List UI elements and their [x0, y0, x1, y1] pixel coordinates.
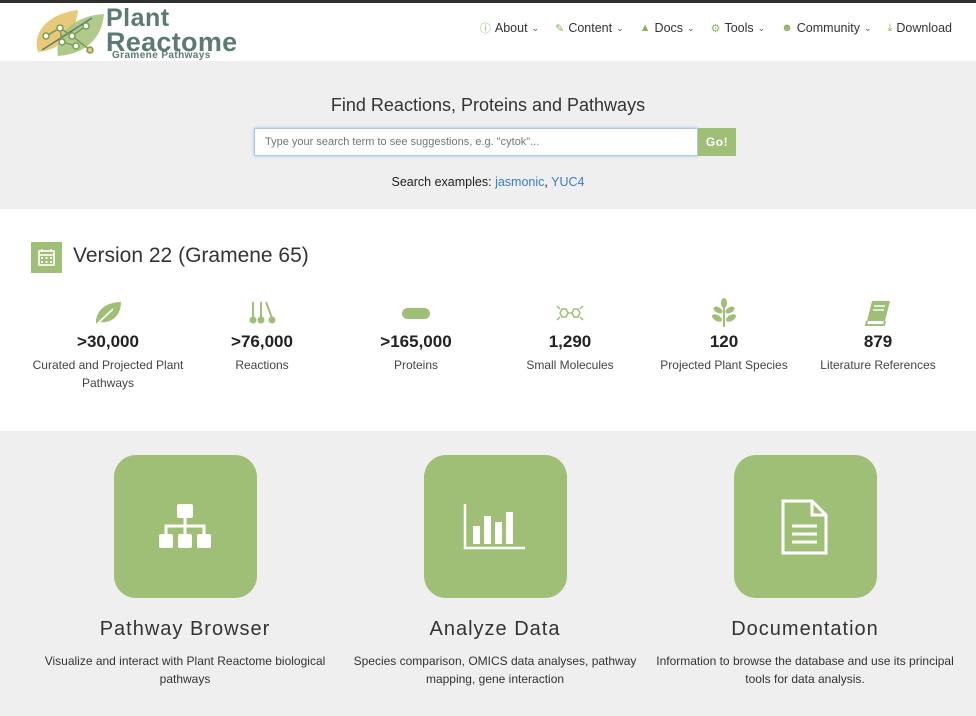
stat-species: 120 Projected Plant Species: [647, 298, 801, 392]
nav-content-label: Content: [568, 21, 613, 35]
stat-label: Proteins: [393, 358, 439, 372]
reaction-icon: [185, 299, 339, 327]
stat-value: >30,000: [77, 332, 139, 351]
tile-title: Documentation: [731, 618, 879, 640]
nav-download[interactable]: ⤓ Download: [888, 20, 952, 36]
stat-value: 120: [709, 332, 739, 351]
documentation-button[interactable]: [733, 455, 877, 598]
stat-label: Curated and Projected Plant Pathways: [32, 358, 184, 390]
search-box: Go!: [254, 128, 736, 156]
stat-value: 1,290: [548, 332, 592, 351]
stat-value: >76,000: [231, 332, 293, 351]
stat-label: Reactions: [235, 358, 289, 372]
users-icon: ☻: [781, 22, 793, 34]
document-icon: [781, 499, 828, 554]
version-title: Version 22 (Gramene 65): [73, 244, 309, 267]
nav-about[interactable]: ⓘ About ⌄: [480, 20, 539, 36]
nav-community-label: Community: [796, 21, 860, 35]
protein-icon: [339, 299, 493, 327]
analyze-data-button[interactable]: [423, 455, 567, 598]
chevron-down-icon: ⌄: [531, 22, 540, 33]
stat-value: >165,000: [380, 332, 452, 351]
cogs-icon: ⚙: [710, 22, 721, 35]
tile-pathway-browser: Pathway Browser Visualize and interact w…: [30, 455, 340, 688]
stat-small-molecules: 1,290 Small Molecules: [493, 299, 647, 392]
tile-documentation: Documentation Information to browse the …: [650, 455, 960, 688]
example-separator: ,: [544, 175, 548, 189]
logo-subtitle: Gramene Pathways: [112, 50, 211, 61]
stat-label: Small Molecules: [526, 358, 614, 372]
stat-proteins: >165,000 Proteins: [339, 299, 493, 392]
nav-docs-label: Docs: [654, 21, 684, 35]
nav-download-label: Download: [896, 21, 952, 35]
main-nav: ⓘ About ⌄ ✎ Content ⌄ ▲ Docs ⌄ ⚙ Tools ⌄…: [480, 20, 952, 36]
tile-title: Pathway Browser: [99, 618, 271, 640]
tile-description: Species comparison, OMICS data analyses,…: [353, 654, 637, 686]
chevron-down-icon: ⌄: [616, 22, 624, 33]
plant-icon: [647, 298, 801, 327]
nav-tools-label: Tools: [724, 21, 754, 35]
molecule-icon: [493, 299, 647, 327]
sitemap-icon: [159, 503, 211, 548]
calendar-icon: [31, 242, 62, 273]
search-examples: Search examples: jasmonic, YUC4: [0, 175, 976, 189]
nav-community[interactable]: ☻ Community ⌄: [781, 20, 871, 36]
nav-docs[interactable]: ▲ Docs ⌄: [640, 20, 695, 36]
book-icon: [801, 299, 955, 327]
example-link-jasmonic[interactable]: jasmonic: [495, 175, 544, 189]
stat-label: Literature References: [820, 358, 936, 372]
graduation-cap-icon: ▲: [639, 22, 651, 34]
version-section: Version 22 (Gramene 65) >30,000 Curated …: [0, 209, 976, 431]
stat-label: Projected Plant Species: [660, 358, 788, 372]
search-examples-label: Search examples:: [391, 175, 492, 189]
download-icon: ⤓: [887, 21, 893, 34]
header: Plant Reactome Gramene Pathways ⓘ About …: [0, 3, 976, 61]
pathway-browser-button[interactable]: [113, 455, 257, 598]
info-icon: ⓘ: [479, 23, 491, 35]
stat-value: 879: [863, 332, 893, 351]
chevron-down-icon: ⌄: [863, 22, 872, 33]
chevron-down-icon: ⌄: [757, 22, 766, 33]
chevron-down-icon: ⌄: [687, 22, 695, 33]
nav-content[interactable]: ✎ Content ⌄: [555, 20, 624, 36]
tiles-section: Pathway Browser Visualize and interact w…: [0, 431, 976, 716]
tile-analyze-data: Analyze Data Species comparison, OMICS d…: [340, 455, 650, 688]
stat-reactions: >76,000 Reactions: [185, 299, 339, 392]
logo-leaf-icon: [36, 10, 104, 56]
search-input[interactable]: [254, 128, 698, 156]
example-link-yuc4[interactable]: YUC4: [551, 175, 584, 189]
stat-literature: 879 Literature References: [801, 299, 955, 392]
plant-reactome-logo[interactable]: Plant Reactome Gramene Pathways: [32, 6, 252, 62]
go-button[interactable]: Go!: [698, 128, 736, 156]
nav-tools[interactable]: ⚙ Tools ⌄: [711, 20, 766, 36]
edit-icon: ✎: [555, 22, 565, 35]
search-section: Find Reactions, Proteins and Pathways Go…: [0, 61, 976, 209]
stats-row: >30,000 Curated and Projected Plant Path…: [31, 298, 955, 392]
search-title: Find Reactions, Proteins and Pathways: [330, 95, 646, 115]
leaf-icon: [31, 299, 185, 327]
stat-pathways: >30,000 Curated and Projected Plant Path…: [31, 299, 185, 392]
bar-chart-icon: [463, 503, 525, 549]
tile-title: Analyze Data: [429, 618, 561, 640]
tile-description: Information to browse the database and u…: [656, 654, 954, 686]
nav-about-label: About: [494, 21, 528, 35]
tile-description: Visualize and interact with Plant Reacto…: [44, 654, 326, 686]
